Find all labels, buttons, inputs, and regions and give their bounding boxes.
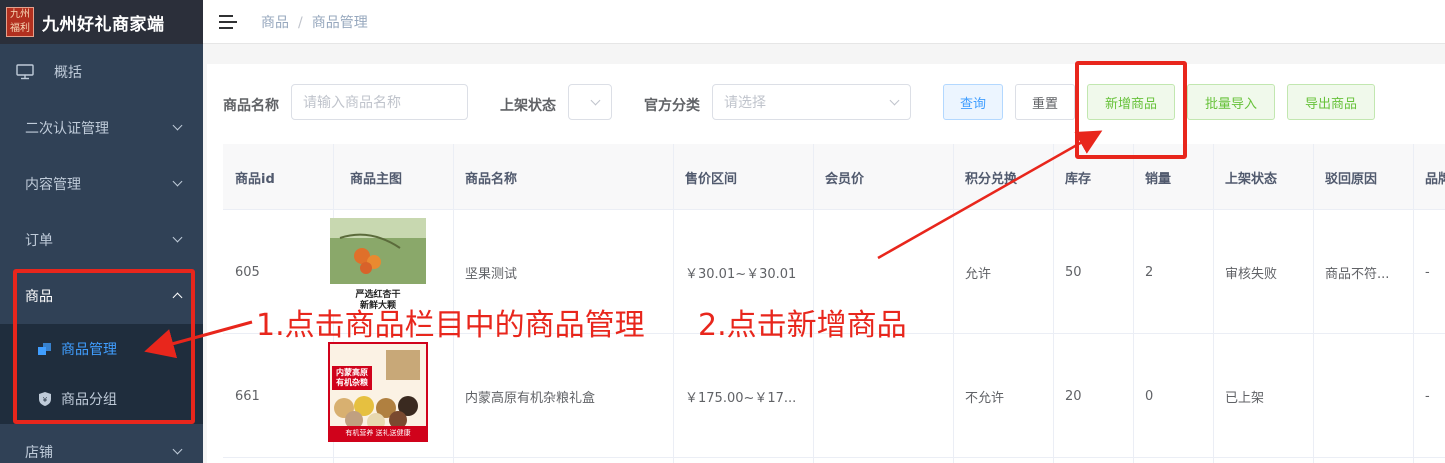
annotation-arrow-step1: [144, 320, 253, 359]
app-root: 九州 福利 九州好礼商家端 概括 二次认证管理 内容管理 订单 商品 商品管理 …: [0, 0, 1445, 463]
annotation-arrows: [144, 130, 1103, 359]
annotation-step1-text: 1.点击商品栏目中的商品管理: [256, 308, 645, 343]
annotation-arrow-step2: [877, 130, 1103, 260]
annotation-step2-text: 2.点击新增商品: [698, 308, 907, 343]
